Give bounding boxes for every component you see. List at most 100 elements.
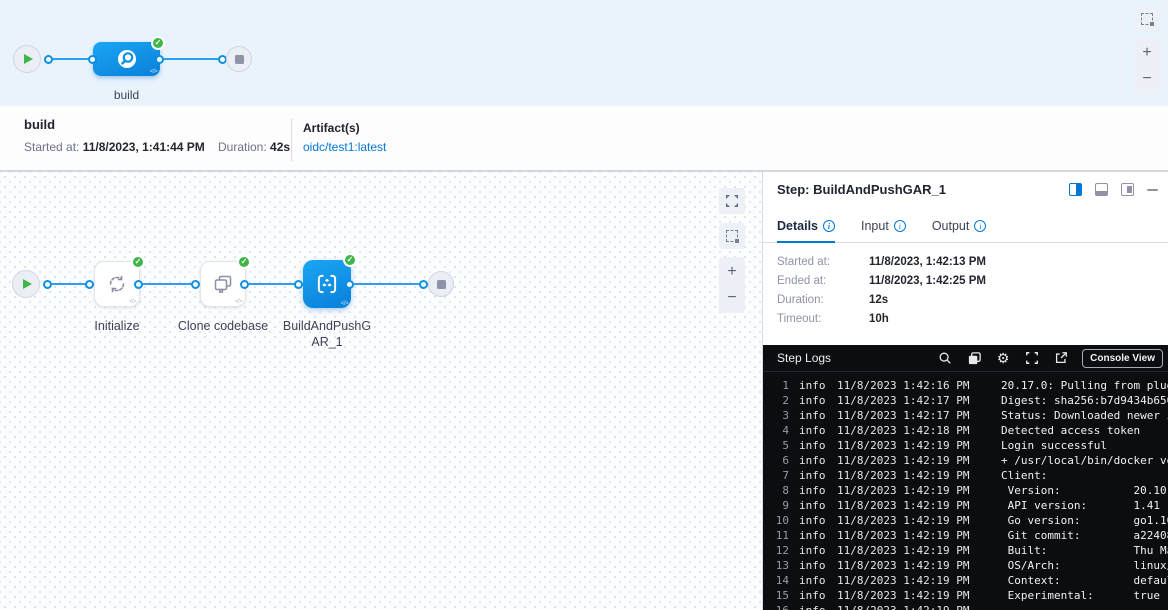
canvas-fullscreen-button[interactable] bbox=[719, 188, 745, 214]
log-timestamp: 11/8/2023 1:42:19 PM bbox=[837, 543, 979, 558]
log-line-number: 6 bbox=[763, 453, 789, 468]
log-expand-button[interactable] bbox=[1024, 350, 1040, 366]
panel-title: Step: BuildAndPushGAR_1 bbox=[777, 182, 946, 197]
pipeline-end-node[interactable] bbox=[226, 46, 252, 72]
log-line[interactable]: 1 info 11/8/2023 1:42:16 PM 20.17.0: Pul… bbox=[763, 378, 1168, 393]
log-line[interactable]: 9 info 11/8/2023 1:42:19 PM API version:… bbox=[763, 498, 1168, 513]
code-glyph-icon: </> bbox=[129, 299, 136, 305]
log-line[interactable]: 12 info 11/8/2023 1:42:19 PM Built: Thu … bbox=[763, 543, 1168, 558]
step-logs-panel: Step Logs ⚙ bbox=[763, 345, 1168, 610]
log-level: info bbox=[799, 483, 829, 498]
step-node-build-and-push-gar[interactable]: ✓ </> bbox=[303, 260, 351, 308]
zoom-in-button[interactable]: + bbox=[719, 259, 745, 285]
log-message: Git commit: a224086 bbox=[1001, 528, 1168, 543]
log-search-button[interactable] bbox=[937, 350, 953, 366]
selection-rect-icon bbox=[726, 230, 738, 242]
log-level: info bbox=[799, 603, 829, 610]
tab-input[interactable]: Input i bbox=[861, 212, 906, 242]
success-check-icon: ✓ bbox=[237, 255, 251, 269]
detail-label: Timeout: bbox=[777, 313, 869, 325]
log-line[interactable]: 15 info 11/8/2023 1:42:19 PM Experimenta… bbox=[763, 588, 1168, 603]
detail-value: 11/8/2023, 1:42:25 PM bbox=[869, 275, 986, 287]
connector-port bbox=[85, 280, 94, 289]
sync-icon bbox=[105, 272, 129, 296]
minimize-icon[interactable] bbox=[1147, 189, 1158, 191]
connector-port bbox=[419, 280, 428, 289]
play-icon bbox=[24, 54, 33, 64]
log-copy-button[interactable] bbox=[966, 350, 982, 366]
log-timestamp: 11/8/2023 1:42:19 PM bbox=[837, 603, 979, 610]
log-line-number: 2 bbox=[763, 393, 789, 408]
pipeline-start-node[interactable] bbox=[13, 45, 41, 73]
log-line[interactable]: 11 info 11/8/2023 1:42:19 PM Git commit:… bbox=[763, 528, 1168, 543]
log-message: Experimental: true bbox=[1001, 588, 1168, 603]
log-line[interactable]: 6 info 11/8/2023 1:42:19 PM + /usr/local… bbox=[763, 453, 1168, 468]
log-line[interactable]: 10 info 11/8/2023 1:42:19 PM Go version:… bbox=[763, 513, 1168, 528]
log-line[interactable]: 7 info 11/8/2023 1:42:19 PM Client: bbox=[763, 468, 1168, 483]
selection-rect-icon bbox=[1141, 13, 1153, 25]
tab-output[interactable]: Output i bbox=[932, 212, 987, 242]
log-line-number: 7 bbox=[763, 468, 789, 483]
detail-value: 10h bbox=[869, 313, 889, 325]
edge-line bbox=[143, 283, 195, 285]
log-lines[interactable]: 1 info 11/8/2023 1:42:16 PM 20.17.0: Pul… bbox=[763, 372, 1168, 610]
log-level: info bbox=[799, 408, 829, 423]
log-line-number: 14 bbox=[763, 573, 789, 588]
execution-end-node[interactable] bbox=[428, 271, 454, 297]
log-line[interactable]: 14 info 11/8/2023 1:42:19 PM Context: de… bbox=[763, 573, 1168, 588]
layout-right-view-icon[interactable] bbox=[1121, 183, 1134, 196]
canvas-select-tool-button[interactable] bbox=[719, 223, 745, 249]
log-line[interactable]: 4 info 11/8/2023 1:42:18 PM Detected acc… bbox=[763, 423, 1168, 438]
log-timestamp: 11/8/2023 1:42:17 PM bbox=[837, 408, 979, 423]
log-line-number: 15 bbox=[763, 588, 789, 603]
connector-port bbox=[345, 280, 354, 289]
connector-port bbox=[43, 280, 52, 289]
layout-bottom-view-icon[interactable] bbox=[1095, 183, 1108, 196]
log-line[interactable]: 8 info 11/8/2023 1:42:19 PM Version: 20.… bbox=[763, 483, 1168, 498]
log-open-external-button[interactable] bbox=[1053, 350, 1069, 366]
band-select-tool-button[interactable] bbox=[1134, 6, 1160, 32]
clone-icon bbox=[211, 272, 235, 296]
stage-label: build bbox=[93, 88, 160, 102]
log-line[interactable]: 3 info 11/8/2023 1:42:17 PM Status: Down… bbox=[763, 408, 1168, 423]
log-level: info bbox=[799, 573, 829, 588]
log-level: info bbox=[799, 423, 829, 438]
edge-line bbox=[52, 283, 89, 285]
log-level: info bbox=[799, 543, 829, 558]
artifact-link[interactable]: oidc/test1:latest bbox=[303, 140, 386, 154]
execution-canvas[interactable]: ✓ </> ✓ </> ✓ </> bbox=[0, 172, 762, 610]
log-message: Context: default bbox=[1001, 573, 1168, 588]
layout-split-view-icon[interactable] bbox=[1069, 183, 1082, 196]
edge-line bbox=[164, 58, 218, 60]
code-glyph-icon: </> bbox=[341, 301, 348, 307]
log-line-number: 12 bbox=[763, 543, 789, 558]
detail-row-ended: Ended at: 11/8/2023, 1:42:25 PM bbox=[777, 275, 986, 287]
duration-label: Duration: bbox=[218, 140, 267, 154]
log-settings-button[interactable]: ⚙ bbox=[995, 350, 1011, 366]
stage-summary-title: build bbox=[24, 117, 55, 132]
log-timestamp: 11/8/2023 1:42:19 PM bbox=[837, 573, 979, 588]
stop-icon bbox=[437, 280, 446, 289]
log-line[interactable]: 16 info 11/8/2023 1:42:19 PM bbox=[763, 603, 1168, 610]
success-check-icon: ✓ bbox=[343, 253, 357, 267]
execution-start-node[interactable] bbox=[12, 270, 40, 298]
stage-node-build[interactable]: ✓ </> bbox=[93, 42, 160, 76]
step-details-panel: Step: BuildAndPushGAR_1 Details i Input … bbox=[762, 172, 1168, 610]
tab-details[interactable]: Details i bbox=[777, 212, 835, 242]
zoom-out-button[interactable]: − bbox=[719, 285, 745, 311]
log-line[interactable]: 13 info 11/8/2023 1:42:19 PM OS/Arch: li… bbox=[763, 558, 1168, 573]
step-label-clone-codebase: Clone codebase bbox=[175, 318, 271, 334]
info-icon: i bbox=[823, 220, 835, 232]
log-level: info bbox=[799, 453, 829, 468]
gear-icon: ⚙ bbox=[997, 351, 1010, 365]
zoom-in-button[interactable]: + bbox=[1134, 40, 1160, 66]
pipeline-execution-page: ✓ </> build + − build Started at: 11/8/2… bbox=[0, 0, 1168, 610]
stop-icon bbox=[235, 55, 244, 64]
log-line[interactable]: 2 info 11/8/2023 1:42:17 PM Digest: sha2… bbox=[763, 393, 1168, 408]
log-level: info bbox=[799, 513, 829, 528]
console-view-button[interactable]: Console View bbox=[1082, 349, 1163, 368]
tab-input-label: Input bbox=[861, 219, 889, 233]
log-line[interactable]: 5 info 11/8/2023 1:42:19 PM Login succes… bbox=[763, 438, 1168, 453]
zoom-out-button[interactable]: − bbox=[1134, 66, 1160, 92]
connector-port bbox=[191, 280, 200, 289]
